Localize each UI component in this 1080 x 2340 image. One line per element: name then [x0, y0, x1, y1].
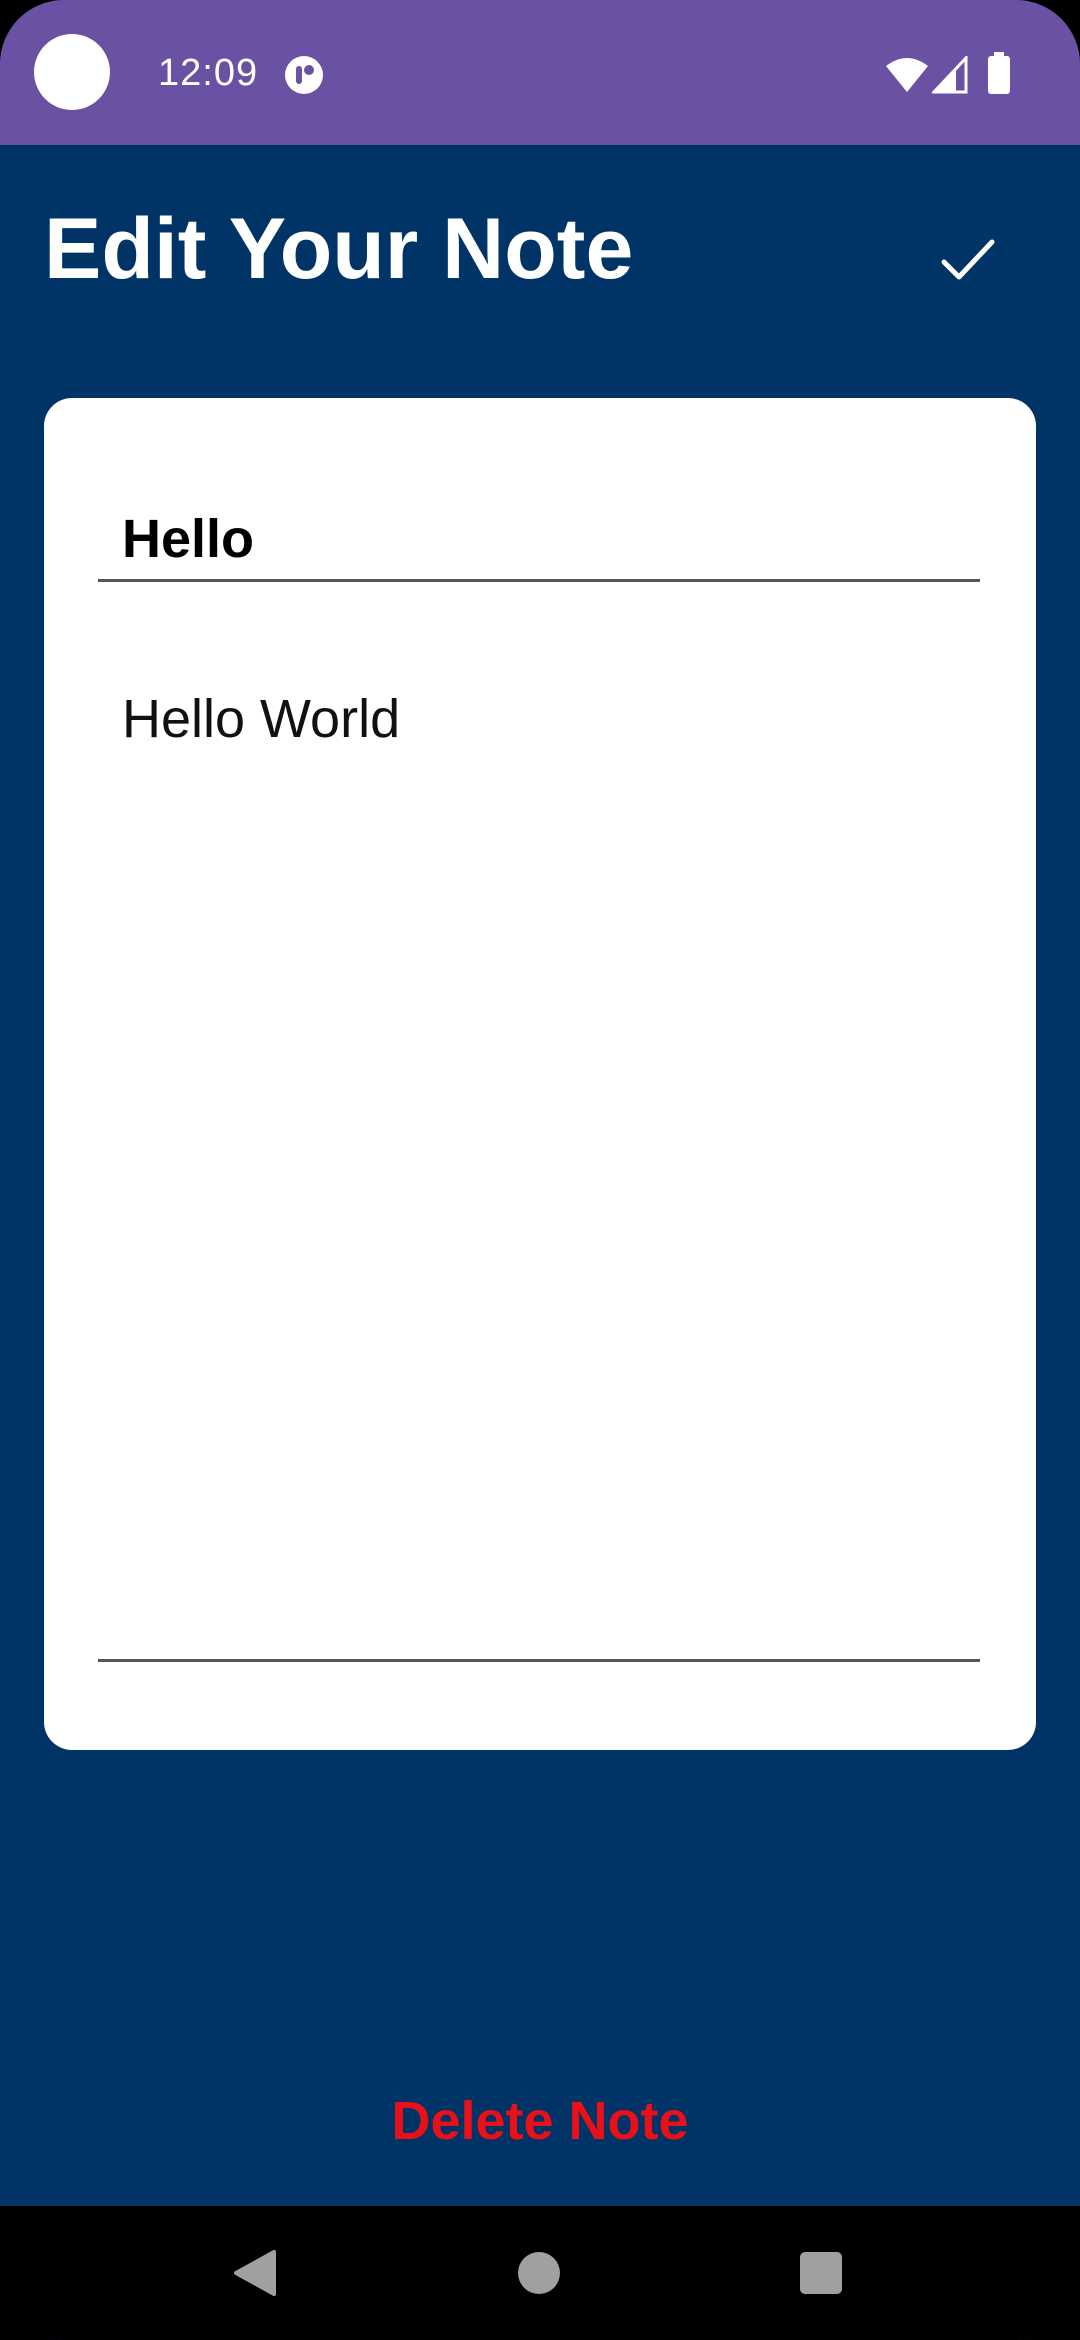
save-button[interactable]: [930, 222, 1006, 298]
page-title: Edit Your Note: [44, 201, 634, 297]
back-icon[interactable]: [232, 2248, 278, 2298]
home-icon[interactable]: [518, 2252, 560, 2294]
wifi-icon: [886, 58, 928, 92]
screen: 12:09 Edit Your Note Hello World Delete …: [0, 0, 1080, 2340]
recents-icon[interactable]: [800, 2252, 842, 2294]
battery-icon: [988, 52, 1010, 94]
note-body-input[interactable]: Hello World: [98, 658, 980, 1662]
camera-dot: [34, 34, 110, 110]
note-title-input[interactable]: [98, 498, 980, 582]
navigation-bar: [0, 2206, 1080, 2340]
status-bar: 12:09: [0, 0, 1080, 145]
app-notification-icon: [285, 56, 323, 94]
signal-icon: [932, 56, 968, 94]
status-time: 12:09: [158, 52, 259, 94]
note-card: Hello World: [44, 398, 1036, 1750]
checkmark-icon: [941, 239, 995, 280]
delete-note-button[interactable]: Delete Note: [0, 2090, 1080, 2152]
